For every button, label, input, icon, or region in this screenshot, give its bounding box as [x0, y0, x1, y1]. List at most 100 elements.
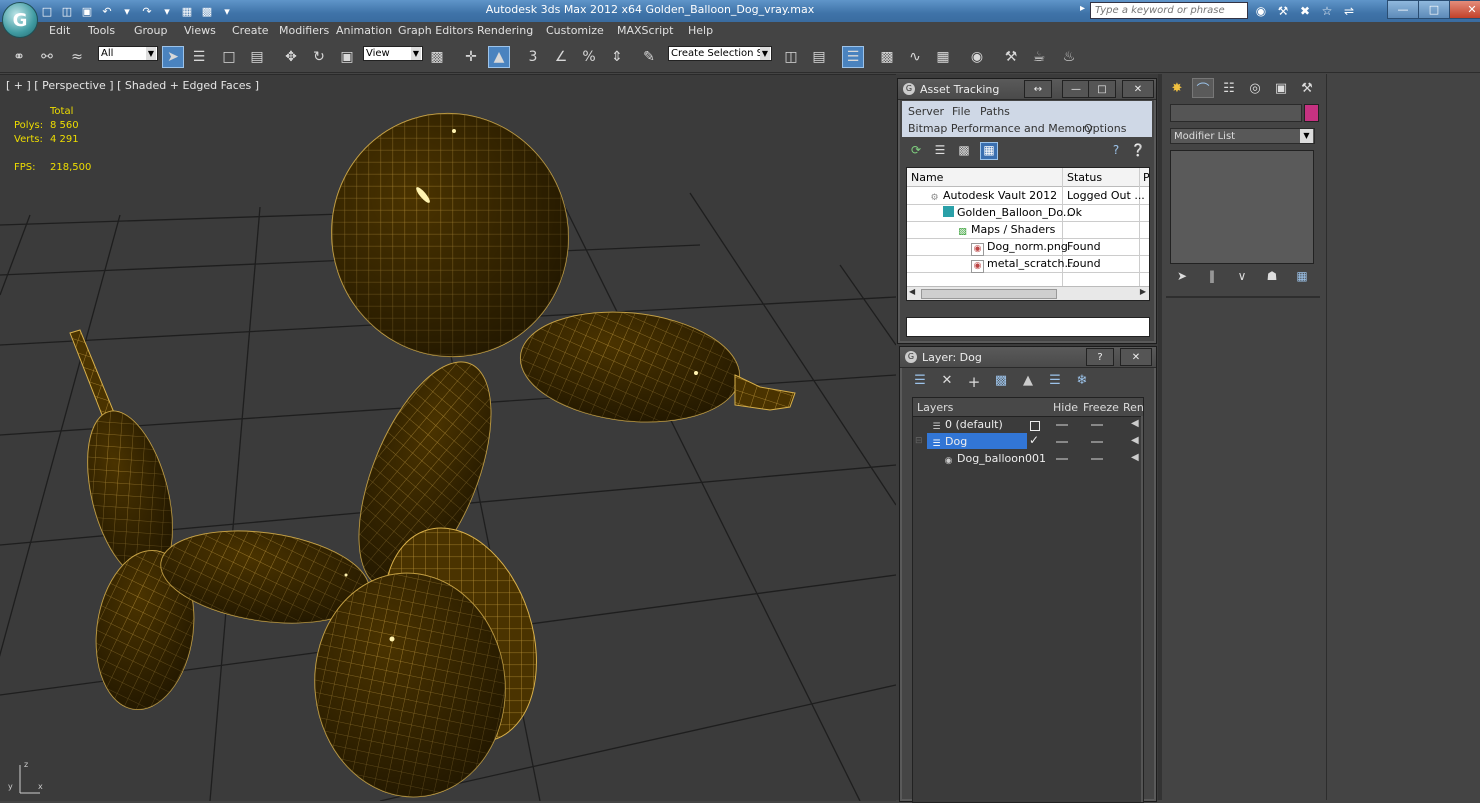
close-icon[interactable]: ✕ — [1449, 0, 1480, 19]
render-toggle-icon[interactable]: ◀ — [1131, 452, 1139, 463]
search-input[interactable]: Type a keyword or phrase — [1090, 2, 1248, 19]
scroll-thumb[interactable] — [921, 289, 1057, 299]
link-icon[interactable]: ⚭ — [8, 46, 30, 68]
menu-modifiers[interactable]: Modifiers — [279, 24, 329, 37]
percent-snap-icon[interactable]: % — [578, 46, 600, 68]
asset-path-field[interactable] — [906, 317, 1150, 337]
angle-snap-icon[interactable]: ∠ — [550, 46, 572, 68]
select-by-name-icon[interactable]: ☰ — [188, 46, 210, 68]
menu-server[interactable]: Server — [908, 105, 944, 118]
table-view-icon[interactable]: ▦ — [980, 142, 998, 160]
move-icon[interactable]: ✥ — [280, 46, 302, 68]
table-row[interactable]: ▧ Maps / Shaders — [907, 221, 1149, 239]
layer-help-icon[interactable]: ? — [1086, 348, 1114, 366]
menu-create[interactable]: Create — [232, 24, 269, 37]
thumbnail-view-icon[interactable]: ▩ — [956, 143, 972, 159]
edit-named-selection-icon[interactable]: ✎ — [638, 46, 660, 68]
hide-unhide-all-icon[interactable]: ☰ — [1045, 373, 1065, 391]
schematic-view-icon[interactable]: ▦ — [932, 46, 954, 68]
dock-resize-icon[interactable]: ↔ — [1024, 80, 1052, 98]
layer-row-selected[interactable]: ⊟ ☰ Dog ✓ ◀ — [913, 433, 1143, 450]
modifier-list-dropdown[interactable]: Modifier List — [1170, 128, 1315, 144]
delete-layer-icon[interactable]: ✕ — [937, 373, 957, 391]
rotate-icon[interactable]: ↻ — [308, 46, 330, 68]
binoculars-icon[interactable]: ◉ — [1252, 2, 1270, 19]
tab-hierarchy-icon[interactable]: ☷ — [1218, 78, 1240, 98]
current-layer-checkbox[interactable] — [1030, 421, 1040, 431]
menu-customize[interactable]: Customize — [546, 24, 604, 37]
col-p[interactable]: P — [1143, 171, 1149, 184]
maximize-icon[interactable]: □ — [1418, 0, 1450, 19]
menu-views[interactable]: Views — [184, 24, 216, 37]
rendered-frame-window-icon[interactable]: ☕ — [1028, 46, 1050, 68]
table-row[interactable]: ◉ Dog_norm.png Found — [907, 238, 1149, 256]
material-editor-icon[interactable]: ◉ — [966, 46, 988, 68]
configure-modifier-sets-icon[interactable]: ▦ — [1292, 268, 1312, 284]
col-layers[interactable]: Layers — [917, 401, 953, 414]
menu-paths[interactable]: Paths — [980, 105, 1010, 118]
hide-toggle[interactable] — [1056, 441, 1068, 443]
modifier-stack[interactable] — [1170, 150, 1314, 264]
pin-stack-icon[interactable]: ➤ — [1172, 268, 1192, 284]
viewport-label-menu[interactable]: [ + ] [ Perspective ] [ Shaded + Edged F… — [6, 79, 259, 92]
search-expand-icon[interactable]: ▸ — [1080, 3, 1085, 14]
menu-graph-editors[interactable]: Graph Editors — [398, 24, 474, 37]
hide-toggle[interactable] — [1056, 424, 1068, 426]
keyboard-shortcut-override-icon[interactable]: ▲ — [488, 46, 510, 68]
selection-filter-dropdown[interactable]: All ▼ — [98, 46, 158, 61]
col-name[interactable]: Name — [911, 171, 943, 184]
perspective-viewport[interactable]: z y x [ + ] [ Perspective ] [ Shaded + E… — [0, 74, 896, 801]
scale-icon[interactable]: ▣ — [336, 46, 358, 68]
layer-close-icon[interactable]: ✕ — [1120, 348, 1152, 366]
menu-group[interactable]: Group — [134, 24, 168, 37]
render-setup-icon[interactable]: ⚒ — [1000, 46, 1022, 68]
context-help-icon[interactable]: ❔ — [1130, 143, 1146, 159]
freeze-toggle[interactable] — [1091, 424, 1103, 426]
spinner-snap-icon[interactable]: ⇕ — [606, 46, 628, 68]
curve-editor-icon[interactable]: ∿ — [904, 46, 926, 68]
table-row[interactable]: ⚙ Autodesk Vault 2012 Logged Out ... — [907, 187, 1149, 205]
pivot-center-icon[interactable]: ▩ — [426, 46, 448, 68]
menu-animation[interactable]: Animation — [336, 24, 392, 37]
graphite-ribbon-icon[interactable]: ▩ — [876, 46, 898, 68]
mirror-icon[interactable]: ◫ — [780, 46, 802, 68]
table-row[interactable]: ◉ metal_scratch... Found — [907, 255, 1149, 273]
favorites-star-icon[interactable]: ☆ — [1318, 2, 1336, 19]
tab-display-icon[interactable]: ▣ — [1270, 78, 1292, 98]
col-render[interactable]: Ren — [1123, 401, 1143, 414]
reference-coordinate-dropdown[interactable]: View ▼ — [363, 46, 423, 61]
menu-rendering[interactable]: Rendering — [477, 24, 533, 37]
list-view-icon[interactable]: ☰ — [932, 143, 948, 159]
bind-space-warp-icon[interactable]: ≈ — [66, 46, 88, 68]
highlight-layer-icon[interactable]: ▲ — [1018, 373, 1038, 391]
col-freeze[interactable]: Freeze — [1083, 401, 1119, 414]
subscription-icon[interactable]: ⚒ — [1274, 2, 1292, 19]
object-name-field[interactable] — [1170, 104, 1302, 122]
dialog-maximize-icon[interactable]: □ — [1088, 80, 1116, 98]
freeze-unfreeze-all-icon[interactable]: ❄ — [1072, 373, 1092, 391]
layer-manager-icon[interactable]: ☰ — [842, 46, 864, 68]
scroll-right-icon[interactable]: ▶ — [1140, 287, 1146, 296]
tab-create-icon[interactable]: ✸ — [1166, 78, 1188, 98]
hide-toggle[interactable] — [1056, 458, 1068, 460]
menu-tools[interactable]: Tools — [88, 24, 115, 37]
tab-utilities-icon[interactable]: ⚒ — [1296, 78, 1318, 98]
menu-options[interactable]: Options — [1084, 122, 1126, 135]
layer-dialog-titlebar[interactable]: G Layer: Dog ? ✕ — [900, 347, 1156, 368]
remove-modifier-icon[interactable]: ☗ — [1262, 268, 1282, 284]
layer-row[interactable]: ☰ 0 (default) ◀ — [913, 416, 1143, 433]
asset-tracking-titlebar[interactable]: G Asset Tracking ↔ — □ ✕ — [898, 79, 1156, 100]
align-icon[interactable]: ▤ — [808, 46, 830, 68]
col-hide[interactable]: Hide — [1053, 401, 1078, 414]
add-to-layer-icon[interactable]: + — [964, 373, 984, 391]
layer-row[interactable]: ◉ Dog_balloon001 ◀ — [913, 450, 1143, 467]
select-objects-in-layer-icon[interactable]: ▩ — [991, 373, 1011, 391]
tab-motion-icon[interactable]: ◎ — [1244, 78, 1266, 98]
window-crossing-icon[interactable]: ▤ — [246, 46, 268, 68]
current-layer-check-icon[interactable]: ✓ — [1029, 433, 1039, 447]
refresh-icon[interactable]: ⟳ — [908, 143, 924, 159]
render-toggle-icon[interactable]: ◀ — [1131, 418, 1139, 429]
help-question-icon[interactable]: ? — [1108, 143, 1124, 159]
menu-maxscript[interactable]: MAXScript — [617, 24, 673, 37]
help-icon[interactable]: ⇌ — [1340, 2, 1358, 19]
